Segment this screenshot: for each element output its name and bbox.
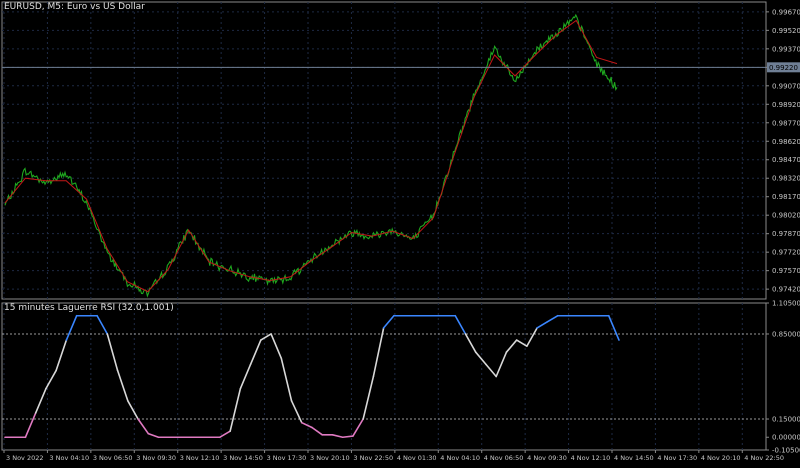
price-axis-label: 0.97420 xyxy=(772,286,800,294)
time-axis-label: 4 Nov 06:50 xyxy=(484,454,524,462)
time-axis-label: 3 Nov 09:30 xyxy=(136,454,176,462)
price-axis-label: 0.99370 xyxy=(772,45,800,53)
main-chart-frame xyxy=(1,1,767,300)
price-axis-label: 0.99520 xyxy=(772,27,800,35)
time-axis-label: 3 Nov 2022 xyxy=(6,454,44,462)
price-axis-label: 0.98770 xyxy=(772,119,800,127)
time-axis-label: 4 Nov 14:50 xyxy=(614,454,654,462)
indicator-frame xyxy=(1,302,767,451)
time-axis-label: 4 Nov 01:30 xyxy=(397,454,437,462)
time-axis-label: 3 Nov 22:50 xyxy=(353,454,393,462)
price-axis-label: 0.97870 xyxy=(772,230,800,238)
price-axis-label: 0.98170 xyxy=(772,193,800,201)
price-axis-label: 0.98020 xyxy=(772,212,800,220)
indicator-axis-label: 1.105000 xyxy=(772,300,800,308)
current-price-label: 0.99220 xyxy=(769,64,798,72)
price-axis-label: 0.98920 xyxy=(772,101,800,109)
price-axis-label: 0.99070 xyxy=(772,82,800,90)
price-axis-label: 0.98620 xyxy=(772,138,800,146)
time-axis-label: 4 Nov 20:10 xyxy=(701,454,741,462)
price-axis-label: 0.97720 xyxy=(772,249,800,257)
indicator-axis-label: 0.000000 xyxy=(772,434,800,442)
time-axis-label: 3 Nov 20:10 xyxy=(310,454,350,462)
price-axis-label: 0.99670 xyxy=(772,8,800,16)
price-axis-label: 0.97570 xyxy=(772,267,800,275)
indicator-axis-label: 0.850000 xyxy=(772,330,800,338)
time-axis-label: 4 Nov 12:10 xyxy=(571,454,611,462)
time-axis-label: 4 Nov 22:50 xyxy=(744,454,784,462)
time-axis-label: 3 Nov 17:30 xyxy=(267,454,307,462)
chart-canvas[interactable]: 0.99670 0.99520 0.99370 0.99220 0.99070 0.989… xyxy=(0,0,800,464)
time-axis-label: 3 Nov 06:50 xyxy=(93,454,133,462)
trading-chart[interactable]: 0.99670 0.99520 0.99370 0.99220 0.99070 0.989… xyxy=(0,0,800,464)
indicator-axis-label: 0.150000 xyxy=(772,416,800,424)
time-axis-label: 3 Nov 12:10 xyxy=(180,454,220,462)
time-axis-label: 3 Nov 04:10 xyxy=(49,454,89,462)
price-axis-label: 0.98470 xyxy=(772,156,800,164)
time-axis-label: 3 Nov 14:50 xyxy=(223,454,263,462)
indicator-axis-label: -0.105000 xyxy=(772,447,800,455)
symbol-title: EURUSD, M5: Euro vs US Dollar xyxy=(4,2,145,12)
time-axis-label: 4 Nov 09:30 xyxy=(527,454,567,462)
time-axis-label: 4 Nov 17:30 xyxy=(657,454,697,462)
price-axis-label: 0.98320 xyxy=(772,175,800,183)
time-axis-label: 4 Nov 04:10 xyxy=(440,454,480,462)
indicator-title: 15 minutes Laguerre RSI (32.0,1.001) xyxy=(4,303,174,313)
